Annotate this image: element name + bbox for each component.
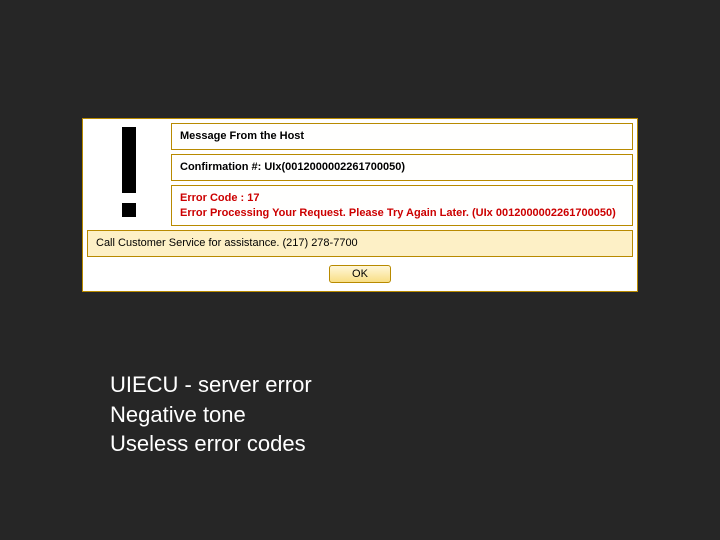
dialog-button-row: OK [87, 257, 633, 287]
slide-caption: UIECU - server error Negative tone Usele… [110, 370, 312, 459]
error-row: Error Code : 17 Error Processing Your Re… [171, 185, 633, 227]
dialog-title: Message From the Host [171, 123, 633, 150]
confirmation-label: Confirmation #: [180, 161, 261, 173]
exclamation-icon [87, 123, 171, 226]
error-message: Error Processing Your Request. Please Tr… [180, 207, 616, 219]
caption-line-2: Negative tone [110, 400, 312, 430]
dialog-message-column: Message From the Host Confirmation #: UI… [171, 123, 633, 226]
customer-service-footer: Call Customer Service for assistance. (2… [87, 230, 633, 257]
dialog-upper: Message From the Host Confirmation #: UI… [87, 123, 633, 226]
ok-button[interactable]: OK [329, 265, 391, 283]
confirmation-row: Confirmation #: UIx(0012000002261700050) [171, 154, 633, 181]
dialog-icon-column [87, 123, 171, 226]
error-code-label: Error Code : [180, 192, 244, 204]
confirmation-value: UIx(0012000002261700050) [264, 161, 405, 173]
caption-line-3: Useless error codes [110, 429, 312, 459]
caption-line-1: UIECU - server error [110, 370, 312, 400]
error-code-value: 17 [247, 192, 259, 204]
error-dialog: Message From the Host Confirmation #: UI… [82, 118, 638, 292]
